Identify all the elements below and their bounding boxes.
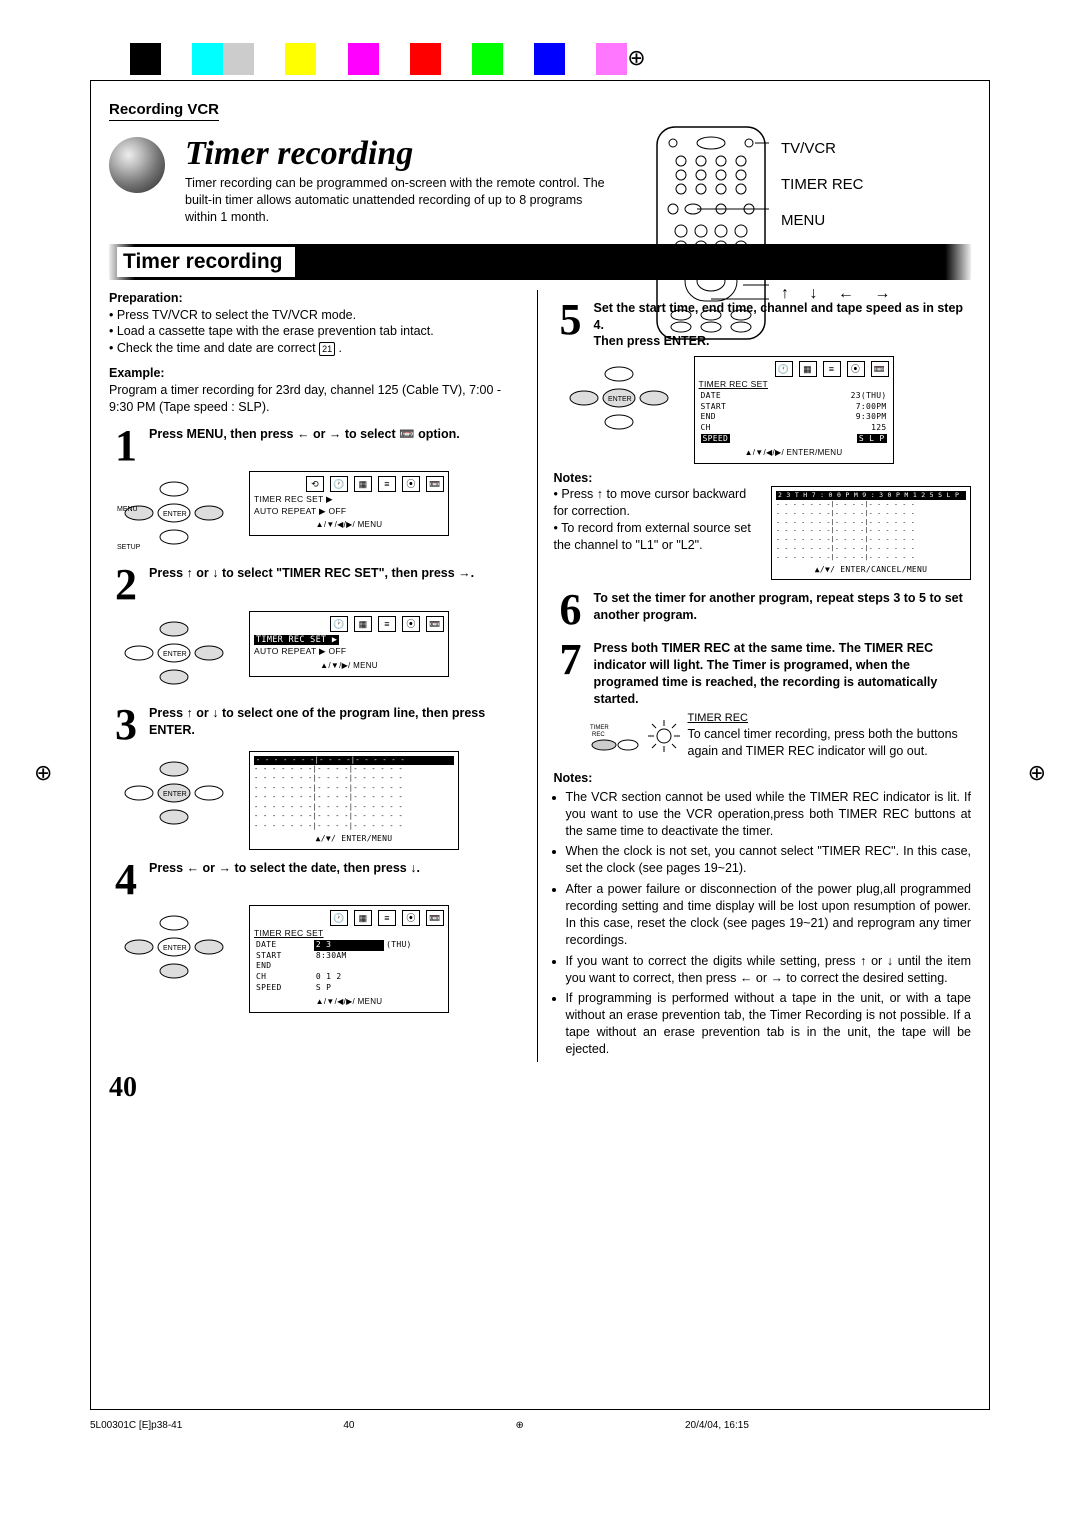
svg-text:ENTER: ENTER — [163, 511, 187, 518]
remote-label-timerrec: TIMER REC — [781, 167, 898, 203]
page-title: Timer recording — [185, 135, 615, 173]
print-color-bar — [130, 43, 627, 75]
note-1a: • Press ↑ to move cursor backward for co… — [554, 486, 762, 520]
step-number-4: 4 — [109, 860, 143, 900]
notes-heading-2: Notes: — [554, 770, 972, 787]
remote-icon — [651, 123, 771, 343]
black-title-bar: Timer recording — [109, 244, 971, 280]
section-label: Recording VCR — [109, 101, 219, 121]
prep-item-2: • Load a cassette tape with the erase pr… — [109, 323, 527, 340]
example-text: Program a timer recording for 23rd day, … — [109, 382, 527, 416]
step-4: 4 Press ← or → to select the date, then … — [109, 860, 527, 900]
example-heading: Example: — [109, 365, 527, 382]
step-2: 2 Press ↑ or ↓ to select "TIMER REC SET"… — [109, 565, 527, 605]
remote-label-menu: MENU — [781, 203, 898, 239]
page-number: 40 — [109, 1072, 971, 1104]
dpad-icon-3: ENTER — [109, 751, 239, 835]
footer-line: 5L00301C [E]p38-41 40 ⊕ 20/4/04, 16:15 — [90, 1420, 990, 1431]
osd-box-5: 🕐▦≡⦿📼 TIMER REC SET DATE23(THU) START7:0… — [694, 356, 894, 463]
bar-title: Timer recording — [117, 247, 295, 277]
indicator-light-icon — [646, 718, 682, 754]
step-4-text: Press ← or → to select the date, then pr… — [149, 860, 527, 877]
cancel-text: To cancel timer recording, press both th… — [688, 726, 972, 760]
step-1-text: Press MENU, then press ← or → to select … — [149, 426, 527, 443]
note-2-1: The VCR section cannot be used while the… — [566, 789, 972, 840]
remote-diagram: TV/VCR TIMER REC MENU ENTER ↑ ↓ ← → — [651, 123, 971, 343]
timer-rec-label: TIMER REC — [688, 711, 972, 726]
step-3: 3 Press ↑ or ↓ to select one of the prog… — [109, 705, 527, 745]
step-6-text: To set the timer for another program, re… — [594, 590, 972, 624]
page-frame: Recording VCR Timer recording Timer reco… — [90, 80, 990, 1410]
step-number-3: 3 — [109, 705, 143, 745]
note-1b: • To record from external source set the… — [554, 520, 762, 554]
step-number-1: 1 — [109, 426, 143, 466]
footer-date: 20/4/04, 16:15 — [685, 1420, 749, 1431]
notes-heading-1: Notes: — [554, 470, 972, 487]
step-6: 6 To set the timer for another program, … — [554, 590, 972, 630]
notes-list: The VCR section cannot be used while the… — [554, 789, 972, 1058]
decorative-sphere — [109, 137, 165, 193]
svg-text:ENTER: ENTER — [608, 396, 632, 403]
registration-mark-bottom: ⊕ — [516, 1420, 524, 1431]
prep-item-1: • Press TV/VCR to select the TV/VCR mode… — [109, 307, 527, 324]
step-1: 1 Press MENU, then press ← or → to selec… — [109, 426, 527, 466]
osd-box-3: - - - - - - -|- - - -|- - - - - - - - - … — [249, 751, 459, 850]
svg-text:ENTER: ENTER — [163, 791, 187, 798]
step-number-5: 5 — [554, 300, 588, 340]
step-number-6: 6 — [554, 590, 588, 630]
left-column: Preparation: • Press TV/VCR to select th… — [109, 290, 538, 1062]
dpad-icon-1: MENU SETUP ENTER — [109, 471, 239, 555]
button-pair-icon: TIMER REC — [590, 721, 640, 751]
step-7-text: Press both TIMER REC at the same time. T… — [594, 640, 972, 708]
timer-rec-figure: TIMER REC — [590, 711, 972, 760]
step-number-2: 2 — [109, 565, 143, 605]
preparation-heading: Preparation: — [109, 290, 527, 307]
intro-paragraph: Timer recording can be programmed on-scr… — [185, 175, 615, 226]
svg-text:TIMER: TIMER — [590, 725, 609, 731]
registration-mark-left: ⊕ — [34, 760, 52, 786]
right-column: 5 Set the start time, end time, channel … — [550, 290, 972, 1062]
dpad-icon-5: ENTER — [554, 356, 684, 440]
svg-text:SETUP: SETUP — [117, 544, 141, 551]
osd-box-6: 2 3 T H 7 : 0 0 P M 9 : 3 0 P M 1 2 5 S … — [771, 486, 971, 580]
footer-page: 40 — [343, 1420, 354, 1431]
registration-mark-right: ⊕ — [1028, 760, 1046, 786]
step-3-text: Press ↑ or ↓ to select one of the progra… — [149, 705, 527, 739]
osd-box-1: ⟲🕐▦≡⦿📼 TIMER REC SET ▶ AUTO REPEAT ▶ OFF… — [249, 471, 449, 536]
step-2-text: Press ↑ or ↓ to select "TIMER REC SET", … — [149, 565, 527, 582]
svg-text:MENU: MENU — [117, 506, 138, 513]
remote-label-tvvcr: TV/VCR — [781, 131, 898, 167]
step-7: 7 Press both TIMER REC at the same time.… — [554, 640, 972, 708]
svg-text:REC: REC — [592, 732, 605, 738]
prep-item-3: • Check the time and date are correct 21… — [109, 340, 527, 357]
svg-text:ENTER: ENTER — [163, 945, 187, 952]
osd-box-4: 🕐▦≡⦿📼 TIMER REC SET DATE2 3(THU) START8:… — [249, 905, 449, 1012]
dpad-icon-2: ENTER — [109, 611, 239, 695]
svg-text:ENTER: ENTER — [163, 651, 187, 658]
note-2-4: If you want to correct the digits while … — [566, 953, 972, 987]
footer-docid: 5L00301C [E]p38-41 — [90, 1420, 182, 1431]
note-2-2: When the clock is not set, you cannot se… — [566, 843, 972, 877]
remote-label-arrows: ↑ ↓ ← → — [781, 275, 898, 313]
note-2-5: If programming is performed without a ta… — [566, 990, 972, 1058]
note-2-3: After a power failure or disconnection o… — [566, 881, 972, 949]
dpad-icon-4: ENTER — [109, 905, 239, 989]
registration-mark-top: ⊕ — [627, 45, 645, 71]
osd-box-2: 🕐▦≡⦿📼 TIMER REC SET ▶ AUTO REPEAT ▶ OFF … — [249, 611, 449, 677]
step-number-7: 7 — [554, 640, 588, 680]
